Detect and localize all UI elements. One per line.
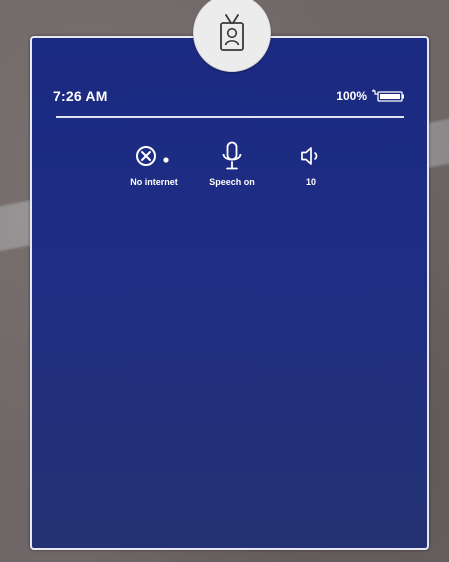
battery-percent: 100%: [336, 89, 367, 103]
no-internet-icon: [136, 146, 169, 166]
speaker-icon: [301, 147, 318, 165]
battery-status: 100%: [336, 89, 405, 103]
status-icon-wrap: [299, 141, 323, 171]
battery-charging-icon: [372, 89, 404, 102]
microphone-icon: [222, 141, 242, 170]
status-volume[interactable]: 10: [296, 141, 326, 187]
status-icon-wrap: [221, 141, 243, 171]
status-label: 10: [305, 177, 316, 187]
status-no-internet[interactable]: No internet: [121, 141, 187, 187]
status-icon-wrap: [134, 141, 174, 171]
status-label: Speech on: [209, 177, 255, 187]
start-menu-panel: [30, 36, 429, 550]
status-bar: 7:26 AM 100%: [53, 85, 405, 107]
clock-time: 7:26 AM: [53, 88, 108, 104]
status-speech[interactable]: Speech on: [203, 141, 261, 187]
status-label: No internet: [130, 177, 178, 187]
status-divider: [56, 116, 404, 118]
id-badge-icon: [220, 14, 244, 51]
